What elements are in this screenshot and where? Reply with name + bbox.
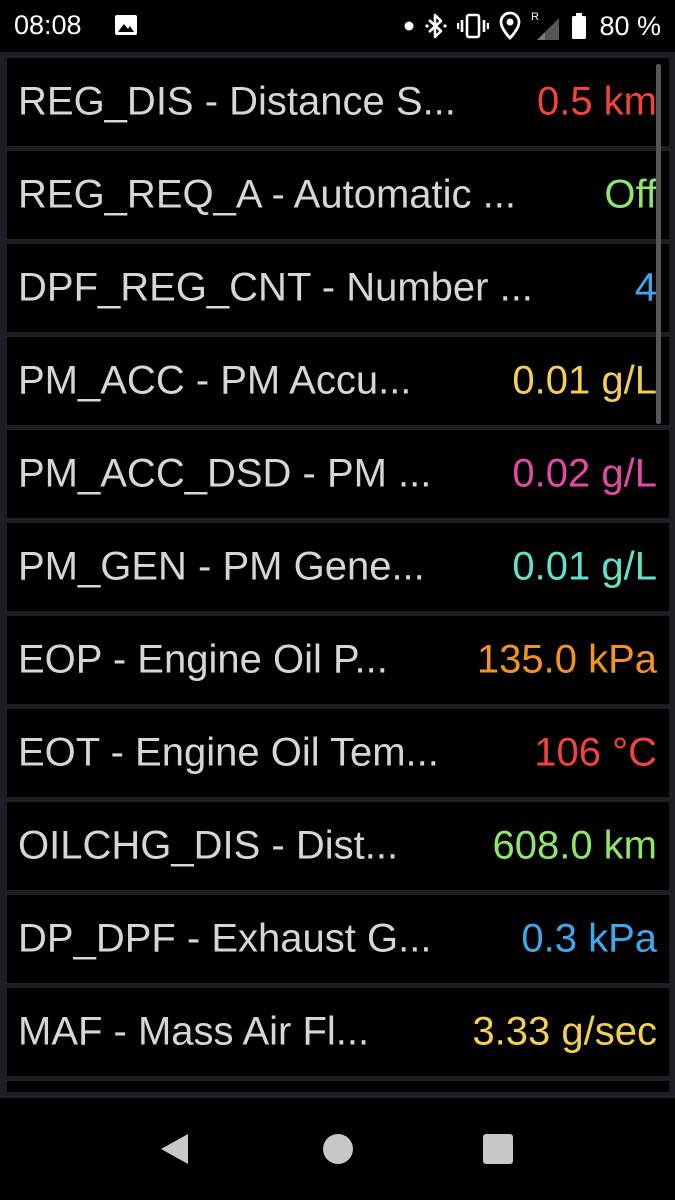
row-value: 608.0 km (492, 823, 657, 868)
status-bar: 08:08 R 80 % (0, 0, 675, 52)
signal-icon: R (531, 10, 561, 42)
list-item[interactable]: EOT - Engine Oil Tem... 106 °C (7, 709, 669, 797)
row-value: 135.0 kPa (476, 637, 657, 682)
list-item[interactable]: REG_REQ_A - Automatic ... Off (7, 151, 669, 239)
battery-icon (571, 12, 587, 40)
row-label: REG_DIS - Distance S... (18, 79, 456, 124)
row-label: OILCHG_DIS - Dist... (18, 823, 399, 868)
list-item[interactable] (7, 1081, 669, 1092)
bluetooth-icon (425, 11, 448, 41)
row-value: 3.33 g/sec (472, 1009, 657, 1054)
back-icon[interactable] (158, 1132, 192, 1171)
home-icon[interactable] (321, 1132, 355, 1171)
row-label: MAF - Mass Air Fl... (18, 1009, 370, 1054)
list-item[interactable]: PM_ACC - PM Accu... 0.01 g/L (7, 337, 669, 425)
row-label: EOT - Engine Oil Tem... (18, 730, 439, 775)
list-item[interactable]: MAF - Mass Air Fl... 3.33 g/sec (7, 988, 669, 1076)
row-value: 0.01 g/L (512, 544, 657, 589)
row-value: 4 (634, 265, 657, 310)
row-label: PM_GEN - PM Gene... (18, 544, 425, 589)
list-item[interactable]: PM_GEN - PM Gene... 0.01 g/L (7, 523, 669, 611)
status-icons: R 80 % (403, 8, 661, 44)
row-value: 0.01 g/L (512, 358, 657, 403)
row-label: EOP - Engine Oil P... (18, 637, 388, 682)
image-icon (114, 13, 138, 37)
list-item[interactable]: OILCHG_DIS - Dist... 608.0 km (7, 802, 669, 890)
list-item[interactable]: REG_DIS - Distance S... 0.5 km (7, 58, 669, 146)
list-item[interactable]: DP_DPF - Exhaust G... 0.3 kPa (7, 895, 669, 983)
status-time: 08:08 (14, 10, 82, 40)
row-label: PM_ACC_DSD - PM ... (18, 451, 432, 496)
row-label: PM_ACC - PM Accu... (18, 358, 412, 403)
row-value: 106 °C (534, 730, 657, 775)
scrollbar[interactable] (656, 64, 661, 424)
row-label: REG_REQ_A - Automatic ... (18, 172, 516, 217)
row-label: DPF_REG_CNT - Number ... (18, 265, 533, 310)
recent-apps-icon[interactable] (482, 1133, 514, 1170)
svg-text:R: R (531, 11, 539, 23)
row-value: 0.02 g/L (512, 451, 657, 496)
battery-percentage: 80 % (599, 10, 661, 41)
sensor-list[interactable]: REG_DIS - Distance S... 0.5 km REG_REQ_A -… (7, 58, 669, 1092)
row-value: 0.5 km (536, 79, 657, 124)
sensor-list-frame: REG_DIS - Distance S... 0.5 km REG_REQ_A -… (0, 52, 675, 1098)
navigation-bar (0, 1098, 675, 1200)
dot-icon (403, 20, 415, 32)
vibrate-icon (457, 12, 490, 40)
row-value: 0.3 kPa (521, 916, 657, 961)
row-value: Off (604, 172, 657, 217)
list-item[interactable]: EOP - Engine Oil P... 135.0 kPa (7, 616, 669, 704)
location-icon (499, 11, 521, 41)
list-item[interactable]: DPF_REG_CNT - Number ... 4 (7, 244, 669, 332)
list-item[interactable]: PM_ACC_DSD - PM ... 0.02 g/L (7, 430, 669, 518)
row-label: DP_DPF - Exhaust G... (18, 916, 432, 961)
